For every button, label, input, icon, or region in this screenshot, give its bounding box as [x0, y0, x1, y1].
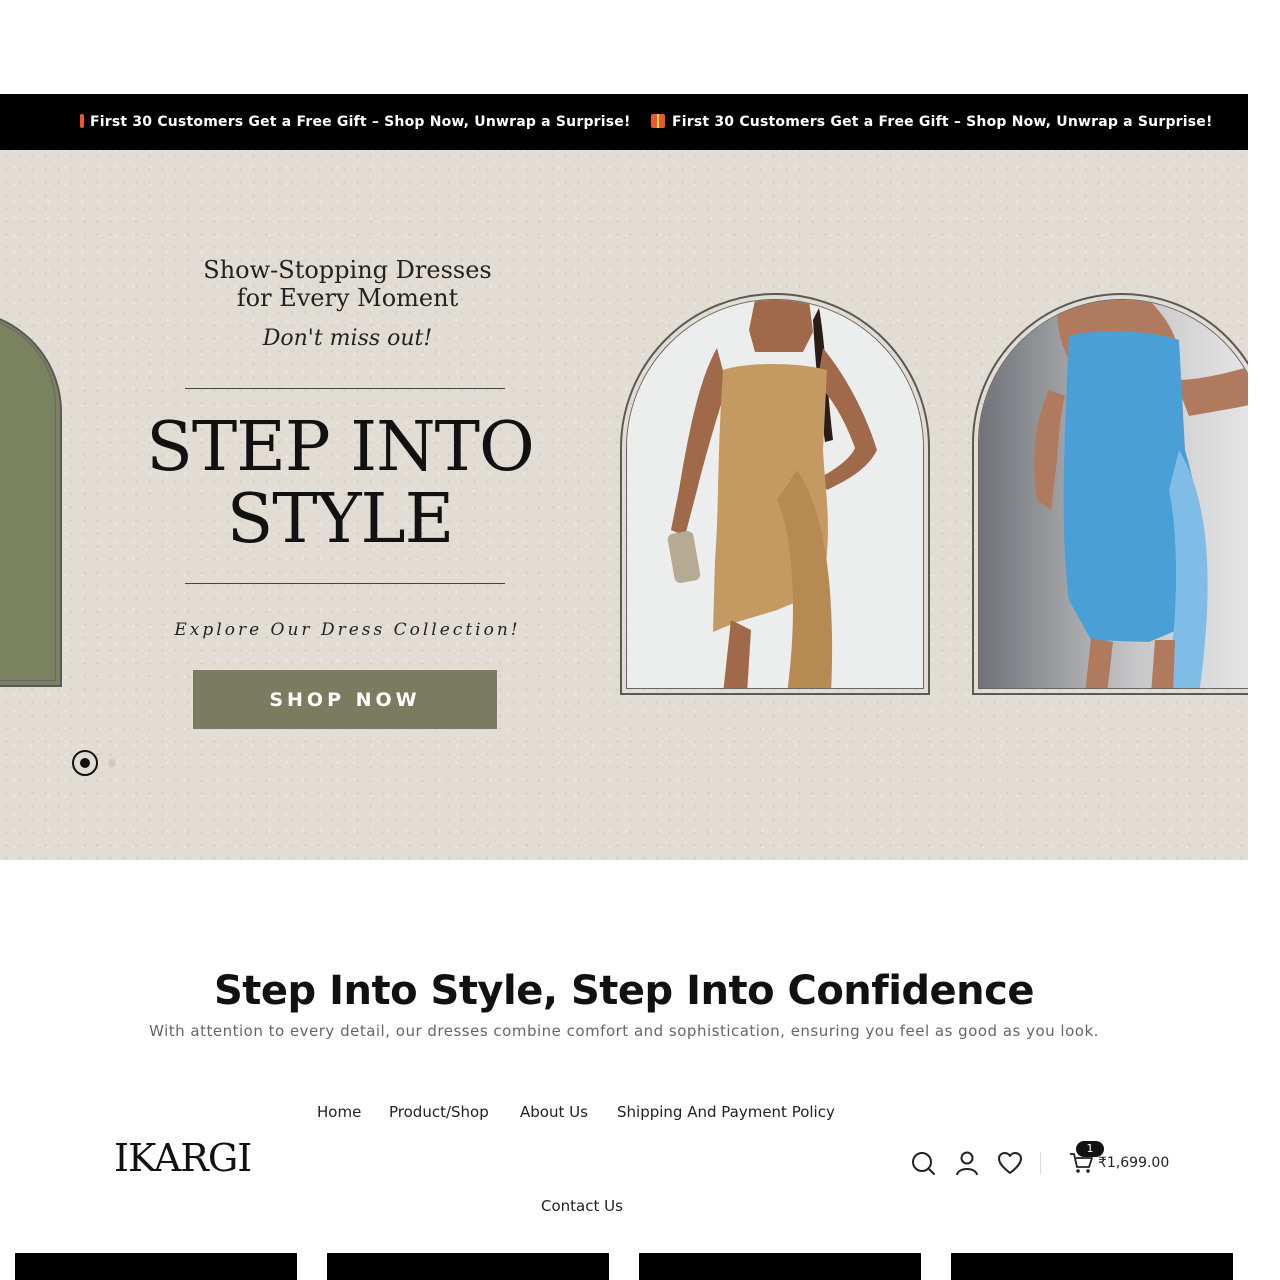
slider-dot[interactable] [108, 759, 116, 767]
arch-frame-green [0, 310, 62, 687]
gold-dress-model-figure [667, 300, 877, 688]
announcement-bar: First 30 Customers Get a Free Gift – Sho… [0, 94, 1248, 150]
hero-tagline: Don't miss out! [262, 326, 433, 351]
product-image-blue-dress[interactable] [972, 293, 1248, 695]
slider-pagination [72, 750, 116, 776]
slider-dot-active[interactable] [72, 750, 98, 776]
hero-subtitle: Show-Stopping Dresses for Every Moment [203, 256, 492, 312]
product-image-gold-dress[interactable] [620, 293, 930, 695]
announcement-item[interactable]: First 30 Customers Get a Free Gift – Sho… [80, 94, 631, 150]
product-card[interactable] [15, 1253, 297, 1280]
header-divider [1040, 1152, 1041, 1174]
user-icon[interactable] [954, 1150, 980, 1176]
announcement-item[interactable]: First 30 Customers Get a Free Gift – Sho… [651, 94, 1213, 150]
hero-divider [185, 583, 505, 584]
nav-link-product-shop[interactable]: Product/Shop [389, 1103, 489, 1121]
hero-explore-text: Explore Our Dress Collection! [174, 620, 521, 640]
product-card[interactable] [951, 1253, 1233, 1280]
shop-now-button[interactable]: SHOP NOW [193, 670, 497, 729]
product-card[interactable] [327, 1253, 609, 1280]
nav-link-home[interactable]: Home [317, 1103, 361, 1121]
gift-icon [80, 114, 84, 128]
hero-title: STEP INTO STYLE [146, 408, 534, 559]
section-subtext: With attention to every detail, our dres… [149, 1022, 1099, 1040]
heart-icon[interactable] [997, 1150, 1023, 1176]
nav-link-about-us[interactable]: About Us [520, 1103, 588, 1121]
section-heading: Step Into Style, Step Into Confidence [214, 968, 1034, 1014]
search-icon[interactable] [910, 1150, 936, 1176]
nav-link-shipping-policy[interactable]: Shipping And Payment Policy [617, 1103, 835, 1121]
hero-divider [185, 388, 505, 389]
blue-dress-model-figure [1034, 300, 1248, 688]
hero-slider: Show-Stopping Dresses for Every Moment D… [0, 150, 1248, 860]
gift-icon [651, 114, 665, 128]
product-card[interactable] [639, 1253, 921, 1280]
site-logo[interactable]: IKARGI [114, 1136, 252, 1180]
cart-total[interactable]: ₹1,699.00 [1098, 1155, 1169, 1171]
nav-link-contact-us[interactable]: Contact Us [541, 1197, 623, 1215]
